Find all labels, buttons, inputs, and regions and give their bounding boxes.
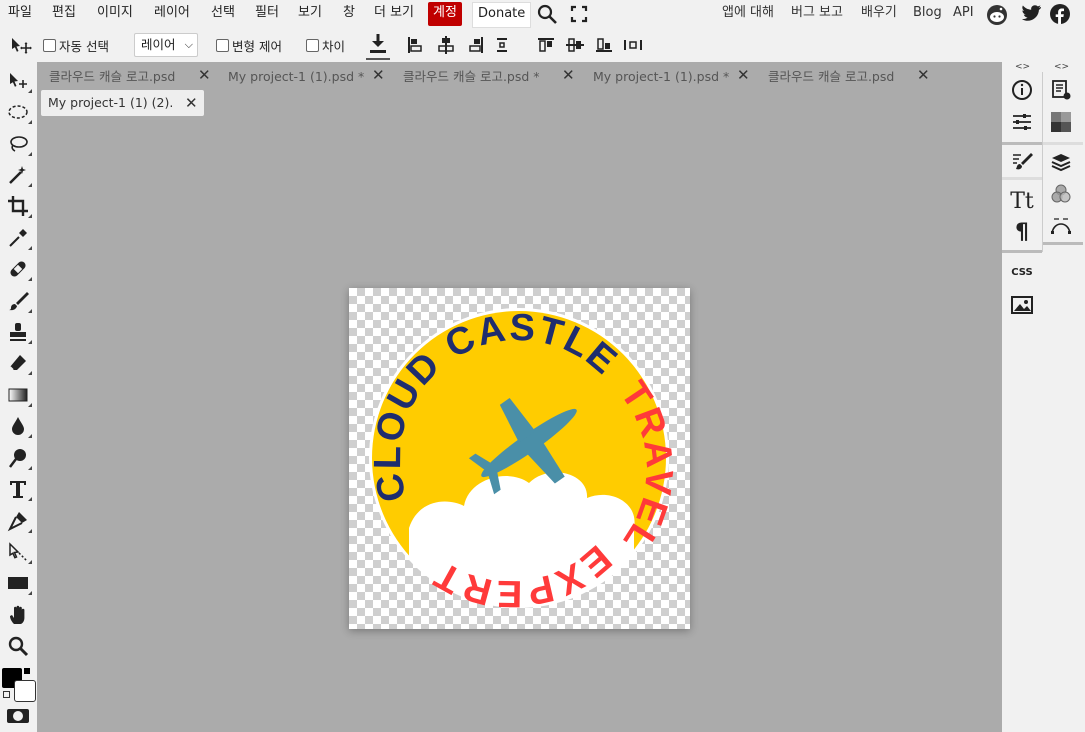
fullscreen-icon[interactable] <box>570 5 588 23</box>
paragraph-icon[interactable]: ¶ <box>1010 220 1034 245</box>
document-canvas[interactable]: CLOUD CASTLE TRAVEL EXPERT <box>349 288 690 629</box>
menu-select[interactable]: 선택 <box>211 0 235 28</box>
rectangle-tool[interactable] <box>5 570 32 596</box>
move-tool-icon <box>10 36 32 60</box>
layer-select-value: 레이어 <box>141 37 176 52</box>
css-panel-icon[interactable]: CSS <box>1010 260 1034 284</box>
tab-document[interactable]: 클라우드 캐슬 로고.psd <box>768 64 894 90</box>
align-top-icon[interactable] <box>536 35 556 55</box>
tab-document[interactable]: My project-1 (1).psd * <box>593 64 729 90</box>
move-tool[interactable] <box>5 68 32 94</box>
collapse-arrows-icon[interactable]: <> <box>1015 62 1030 72</box>
properties-icon[interactable] <box>1049 78 1073 102</box>
document-tabs: 클라우드 캐슬 로고.psd ✕ My project-1 (1).psd * … <box>37 62 1002 118</box>
paths-icon[interactable] <box>1049 214 1073 238</box>
tab-document-active[interactable]: My project-1 (1) (2).p ✕ <box>41 90 204 116</box>
close-icon[interactable]: ✕ <box>917 66 930 84</box>
twitter-icon[interactable] <box>1020 4 1041 24</box>
eyedropper-tool[interactable] <box>5 225 32 251</box>
brush-settings-icon[interactable] <box>1010 150 1034 174</box>
facebook-icon[interactable] <box>1050 4 1070 24</box>
distribute-h-icon[interactable] <box>494 35 514 55</box>
quick-mask-icon[interactable] <box>7 709 29 723</box>
stamp-tool[interactable] <box>5 319 32 345</box>
about-link[interactable]: 앱에 대해 <box>722 0 774 28</box>
marquee-tool[interactable] <box>5 99 32 125</box>
menu-edit[interactable]: 편집 <box>52 0 76 28</box>
search-icon[interactable] <box>536 3 558 25</box>
menu-more[interactable]: 더 보기 <box>374 0 414 28</box>
adjustments-icon[interactable] <box>1010 110 1034 134</box>
pen-tool[interactable] <box>5 508 32 534</box>
tab-document[interactable]: My project-1 (1).psd * <box>228 64 364 90</box>
close-icon[interactable]: ✕ <box>737 66 750 84</box>
close-icon[interactable]: ✕ <box>562 66 575 84</box>
gradient-tool[interactable] <box>5 382 32 408</box>
options-bar: 자동 선택 레이어 ⌵ 변형 제어 차이 <box>0 28 1085 62</box>
menu-file[interactable]: 파일 <box>8 0 32 28</box>
close-icon[interactable]: ✕ <box>198 66 211 84</box>
type-tool[interactable] <box>5 476 32 502</box>
default-colors-icon[interactable] <box>3 691 10 698</box>
auto-select-label: 자동 선택 <box>59 39 109 54</box>
blur-tool[interactable] <box>5 413 32 439</box>
panel-bar: <> <> Tt ¶ CSS <box>1002 62 1085 732</box>
blog-link[interactable]: Blog <box>913 0 942 28</box>
align-bottom-icon[interactable] <box>594 35 614 55</box>
close-icon[interactable]: ✕ <box>372 66 385 84</box>
info-icon[interactable] <box>1010 78 1034 102</box>
zoom-tool[interactable] <box>5 633 31 659</box>
tab-document[interactable]: 클라우드 캐슬 로고.psd * <box>403 64 540 90</box>
transform-controls-checkbox[interactable] <box>216 39 229 52</box>
tools-panel <box>0 62 37 732</box>
brush-tool[interactable] <box>5 288 32 314</box>
menu-image[interactable]: 이미지 <box>97 0 133 28</box>
learn-link[interactable]: 배우기 <box>861 0 897 28</box>
distribute-v-icon[interactable] <box>622 35 644 55</box>
reddit-icon[interactable] <box>987 5 1007 25</box>
download-icon[interactable] <box>366 32 390 60</box>
layer-select-dropdown[interactable]: 레이어 ⌵ <box>134 33 198 57</box>
menu-filter[interactable]: 필터 <box>255 0 279 28</box>
dodge-tool[interactable] <box>5 445 32 471</box>
align-left-icon[interactable] <box>405 35 425 55</box>
tab-active-label: My project-1 (1) (2).p <box>48 95 172 110</box>
align-middle-icon[interactable] <box>565 35 585 55</box>
hand-tool[interactable] <box>5 602 31 628</box>
account-button[interactable]: 계정 <box>428 2 462 26</box>
logo-image: CLOUD CASTLE TRAVEL EXPERT <box>367 307 678 614</box>
menu-bar: 파일 편집 이미지 레이어 선택 필터 보기 창 더 보기 계정 Donate … <box>0 0 1085 28</box>
eraser-tool[interactable] <box>5 350 32 376</box>
transform-controls-label: 변형 제어 <box>232 39 282 54</box>
character-icon[interactable]: Tt <box>1010 189 1034 214</box>
collapse-arrows-icon[interactable]: <> <box>1054 62 1069 72</box>
align-right-icon[interactable] <box>466 35 486 55</box>
donate-button[interactable]: Donate <box>472 2 532 28</box>
menu-view[interactable]: 보기 <box>298 0 322 28</box>
tab-document[interactable]: 클라우드 캐슬 로고.psd <box>49 64 175 90</box>
menu-window[interactable]: 창 <box>343 0 355 28</box>
image-icon[interactable] <box>1010 293 1034 317</box>
swatches-icon[interactable] <box>1049 110 1073 134</box>
magic-wand-tool[interactable] <box>5 162 32 188</box>
close-icon[interactable]: ✕ <box>185 90 198 116</box>
healing-brush-tool[interactable] <box>5 256 32 282</box>
background-color-swatch[interactable] <box>14 680 36 702</box>
api-link[interactable]: API <box>953 0 974 28</box>
path-select-tool[interactable] <box>5 539 32 565</box>
auto-select-checkbox[interactable] <box>43 39 56 52</box>
align-center-h-icon[interactable] <box>436 35 456 55</box>
swap-colors-icon[interactable] <box>24 668 30 674</box>
crop-tool[interactable] <box>5 193 32 219</box>
chevron-down-icon: ⌵ <box>184 38 193 51</box>
menu-layer[interactable]: 레이어 <box>154 0 190 28</box>
bug-report-link[interactable]: 버그 보고 <box>791 0 843 28</box>
channels-icon[interactable] <box>1049 182 1073 206</box>
distance-checkbox[interactable] <box>306 39 319 52</box>
layers-icon[interactable] <box>1049 150 1073 174</box>
distance-label: 차이 <box>322 39 346 54</box>
lasso-tool[interactable] <box>5 131 32 157</box>
